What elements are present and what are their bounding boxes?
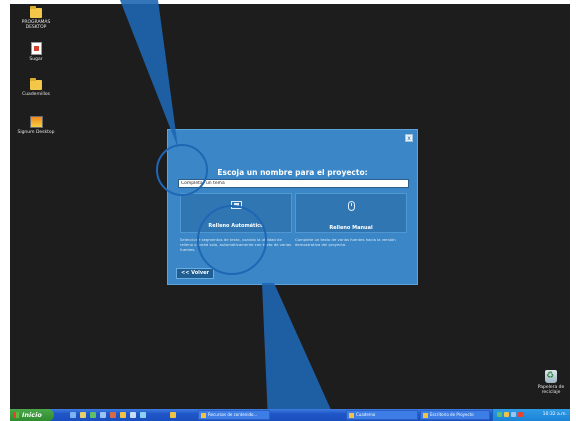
desktop-icon-programas[interactable]: PROGRAMAS DESKTOP <box>16 6 56 30</box>
start-label: Inicio <box>22 411 42 419</box>
desktop-icon-cuadernillos[interactable]: Cuadernillos <box>16 78 56 97</box>
manual-fill-button[interactable]: Relleno Manual <box>295 193 407 233</box>
desktop-icon-label: PROGRAMAS DESKTOP <box>21 20 51 30</box>
grid-icon <box>230 201 242 209</box>
taskbar-clock: 10:32 a.m. <box>542 412 567 417</box>
windows-logo-icon <box>13 412 19 418</box>
quicklaunch-search-icon[interactable] <box>130 412 136 418</box>
recycle-bin[interactable]: Papelera de reciclaje <box>531 370 570 395</box>
app-icon <box>29 116 43 128</box>
quicklaunch-paint-icon[interactable] <box>120 412 126 418</box>
desktop-icon-label: Signum Desktop <box>17 130 55 135</box>
desktop-icon-signum[interactable]: Signum Desktop <box>16 116 56 135</box>
recycle-bin-label: Papelera de reciclaje <box>537 385 565 395</box>
back-button[interactable]: << Volver <box>176 268 214 279</box>
tray-shield-icon[interactable] <box>504 412 509 417</box>
document-icon <box>30 42 42 55</box>
auto-fill-description: Seleccione segmentos de texto, usando la… <box>180 237 292 252</box>
quicklaunch-app-icon[interactable] <box>90 412 96 418</box>
taskbar-item-recursos[interactable]: Recursos de contenido... <box>198 410 270 420</box>
auto-fill-button[interactable]: Relleno Automático <box>180 193 292 233</box>
folder-icon <box>30 78 42 90</box>
auto-fill-label: Relleno Automático <box>208 223 264 229</box>
quicklaunch-network-icon[interactable] <box>140 412 146 418</box>
desktop-icon-sugar[interactable]: Sugar <box>16 42 56 62</box>
taskbar-item-escritorio[interactable]: Escritorio de Proyecto <box>420 410 490 420</box>
quicklaunch-desktop-icon[interactable] <box>170 412 176 418</box>
quicklaunch-window-icon[interactable] <box>100 412 106 418</box>
tray-alert-icon[interactable] <box>518 412 523 417</box>
desktop-icon-label: Sugar <box>29 57 43 62</box>
manual-fill-label: Relleno Manual <box>329 225 373 231</box>
close-button[interactable]: x <box>405 134 413 142</box>
manual-fill-description: Complete un texto de varias fuentes haci… <box>295 237 396 247</box>
quicklaunch-browser-icon[interactable] <box>70 412 76 418</box>
taskbar-item-cuaderno[interactable]: Cuaderno <box>346 410 418 420</box>
dialog-title: Escoja un nombre para el proyecto: <box>217 168 368 177</box>
project-name-dialog: x Escoja un nombre para el proyecto: Rel… <box>167 129 418 285</box>
taskbar: Inicio Recursos de contenido... Cuaderno… <box>10 409 570 421</box>
desktop-icon-label: Cuadernillos <box>22 92 50 97</box>
mouse-icon <box>347 201 355 211</box>
folder-icon <box>30 6 42 18</box>
tray-volume-icon[interactable] <box>511 412 516 417</box>
system-tray: 10:32 a.m. <box>492 409 570 421</box>
quicklaunch-media-icon[interactable] <box>110 412 116 418</box>
tray-network-icon[interactable] <box>497 412 502 417</box>
recycle-bin-icon <box>545 370 557 383</box>
project-name-input[interactable] <box>178 179 409 188</box>
start-button[interactable]: Inicio <box>10 409 54 421</box>
quicklaunch-folder-icon[interactable] <box>80 412 86 418</box>
